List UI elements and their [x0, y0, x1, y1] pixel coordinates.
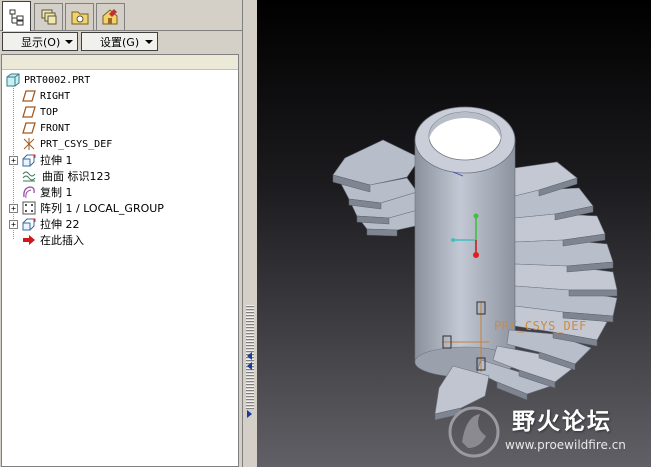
tree-item[interactable]: 阵列 1 / LOCAL_GROUP	[22, 200, 164, 216]
model-tree-tab[interactable]	[2, 1, 31, 32]
insert-here-arrow-icon	[23, 235, 35, 245]
chevron-down-icon	[145, 40, 153, 44]
model-tree-icon	[9, 9, 23, 26]
show-dropdown-button[interactable]: 显示(O)	[2, 32, 78, 51]
watermark-url: www.proewildfire.cn	[505, 438, 626, 452]
tree-item[interactable]: FRONT	[22, 120, 70, 136]
tree-item-label: PRT_CSYS_DEF	[40, 138, 113, 150]
tree-item[interactable]: 拉伸 22	[22, 216, 80, 232]
tree-header-scrollbar[interactable]	[2, 55, 238, 70]
tree-root-item[interactable]: PRT0002.PRT	[6, 72, 90, 88]
graphics-viewport[interactable]: PRT_CSYS_DEF 野火论坛 www.proewildfire.cn	[257, 0, 651, 467]
tree-item[interactable]: 曲面 标识123	[22, 168, 111, 184]
copy-icon	[23, 186, 35, 199]
collapse-left-arrow-icon[interactable]	[247, 352, 252, 360]
tree-item[interactable]: 拉伸 1	[22, 152, 73, 168]
tree-item-label: FRONT	[40, 122, 71, 134]
navigator-toolbar: 显示(O) 设置(G)	[0, 31, 242, 52]
csys-label: PRT_CSYS_DEF	[494, 319, 587, 333]
folder-browser-tab[interactable]	[65, 3, 94, 30]
tree-item[interactable]: 复制 1	[22, 184, 73, 200]
tree-item-label: 拉伸 1	[40, 154, 73, 167]
chevron-down-icon	[65, 40, 73, 44]
collapse-left-arrow-icon[interactable]	[247, 362, 252, 370]
tree-item-label: 在此插入	[40, 234, 84, 247]
watermark: 野火论坛 www.proewildfire.cn	[442, 396, 651, 467]
navigator-panel: 显示(O) 设置(G) PRT0002.PRT RIGHT TOP FRONT …	[0, 0, 242, 467]
tree-root-label: PRT0002.PRT	[24, 74, 91, 86]
favorites-tab[interactable]	[96, 3, 125, 30]
expand-toggle[interactable]: +	[9, 204, 18, 213]
expand-toggle[interactable]: +	[9, 156, 18, 165]
tree-item-label: 曲面 标识123	[42, 170, 111, 183]
favorites-icon	[102, 9, 117, 25]
pattern-icon	[22, 201, 36, 215]
tree-item[interactable]: 在此插入	[22, 232, 84, 248]
surface-icon	[22, 171, 36, 182]
expand-right-arrow-icon[interactable]	[247, 410, 252, 418]
settings-dropdown-button[interactable]: 设置(G)	[81, 32, 158, 51]
coordinate-system-icon	[23, 138, 35, 150]
datum-plane-icon	[22, 106, 36, 118]
tree-item[interactable]: PRT_CSYS_DEF	[22, 136, 112, 152]
layers-icon	[41, 9, 56, 25]
tree-item[interactable]: RIGHT	[22, 88, 70, 104]
watermark-title: 野火论坛	[512, 409, 612, 435]
tree-item-label: 复制 1	[40, 186, 73, 199]
tree-item-label: RIGHT	[40, 90, 71, 102]
central-column	[414, 106, 516, 378]
watermark-logo-icon	[448, 406, 500, 458]
expand-toggle[interactable]: +	[9, 220, 18, 229]
datum-plane-icon	[22, 90, 36, 102]
tree-item-label: 拉伸 22	[40, 218, 80, 231]
tree-item-label: 阵列 1 / LOCAL_GROUP	[40, 202, 164, 215]
navigator-tab-bar	[0, 0, 242, 32]
tree-item[interactable]: TOP	[22, 104, 58, 120]
settings-dropdown-label: 设置(G)	[100, 35, 140, 49]
extrude-icon	[22, 154, 36, 167]
show-dropdown-label: 显示(O)	[21, 35, 61, 49]
panel-splitter[interactable]	[242, 0, 257, 467]
model-tree: PRT0002.PRT RIGHT TOP FRONT PRT_CSYS_DEF…	[1, 54, 239, 467]
datum-plane-icon	[22, 122, 36, 134]
folder-icon	[71, 11, 88, 25]
tree-item-label: TOP	[40, 106, 59, 118]
layers-tab[interactable]	[34, 3, 63, 30]
part-icon	[6, 73, 20, 87]
extrude-icon	[22, 218, 36, 231]
